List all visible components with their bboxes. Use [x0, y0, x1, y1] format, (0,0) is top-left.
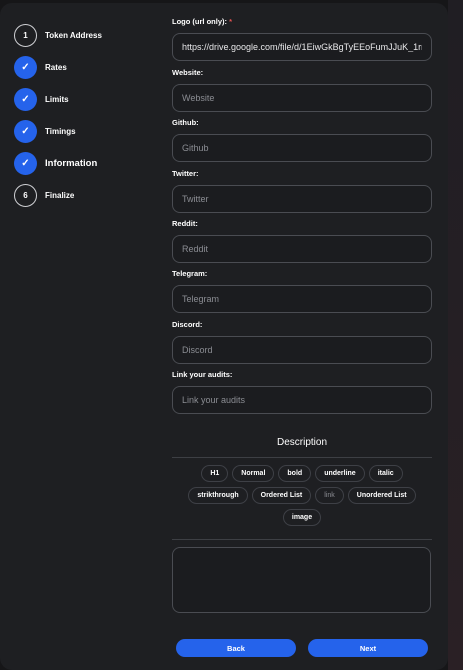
link-button[interactable]: link: [315, 487, 344, 504]
italic-button[interactable]: italic: [368, 465, 403, 482]
back-button[interactable]: Back: [176, 639, 296, 657]
check-icon: ✓: [14, 87, 37, 111]
underline-button[interactable]: underline: [315, 465, 365, 482]
website-input[interactable]: [172, 84, 432, 112]
website-label: Website:: [172, 68, 204, 77]
check-icon: ✓: [14, 151, 37, 175]
logo-label: Logo (url only): *: [172, 17, 232, 26]
divider: [172, 457, 432, 458]
github-label: Github:: [172, 118, 199, 127]
step-limits[interactable]: ✓ Limits: [14, 83, 102, 115]
step-timings[interactable]: ✓ Timings: [14, 115, 102, 147]
image-button[interactable]: image: [282, 509, 322, 526]
normal-button[interactable]: Normal: [232, 465, 275, 482]
description-editor[interactable]: [172, 547, 431, 613]
stepper: 1 Token Address ✓ Rates ✓ Limits ✓ Timin…: [14, 19, 102, 211]
reddit-label: Reddit:: [172, 219, 198, 228]
h1-button[interactable]: H1: [201, 465, 229, 482]
github-input[interactable]: [172, 134, 432, 162]
step-label: Finalize: [45, 190, 75, 200]
step-rates[interactable]: ✓ Rates: [14, 51, 102, 83]
next-button[interactable]: Next: [308, 639, 428, 657]
step-token-address[interactable]: 1 Token Address: [14, 19, 102, 51]
step-number: 1: [14, 23, 37, 47]
logo-url-input[interactable]: [172, 33, 432, 61]
audits-label: Link your audits:: [172, 370, 233, 379]
step-label: Information: [45, 157, 98, 169]
unordered-list-button[interactable]: Unordered List: [347, 487, 416, 504]
step-finalize[interactable]: 6 Finalize: [14, 179, 102, 211]
divider: [172, 539, 432, 540]
telegram-label: Telegram:: [172, 269, 208, 278]
required-mark: *: [227, 17, 233, 26]
ordered-list-button[interactable]: Ordered List: [251, 487, 312, 504]
check-icon: ✓: [14, 55, 37, 79]
reddit-input[interactable]: [172, 235, 432, 263]
bold-button[interactable]: bold: [278, 465, 312, 482]
audits-input[interactable]: [172, 386, 432, 414]
toolbar-row: H1 Normal bold underline italic: [172, 465, 432, 482]
step-information[interactable]: ✓ Information: [14, 147, 102, 179]
toolbar-row: image: [172, 509, 432, 526]
twitter-label: Twitter:: [172, 169, 199, 178]
logo-label-text: Logo (url only):: [172, 17, 227, 26]
discord-input[interactable]: [172, 336, 432, 364]
rich-text-toolbar: H1 Normal bold underline italic strikthr…: [172, 465, 432, 531]
strikethrough-button[interactable]: strikthrough: [188, 487, 248, 504]
step-label: Rates: [45, 62, 67, 72]
step-label: Token Address: [45, 30, 102, 40]
discord-label: Discord:: [172, 320, 203, 329]
step-number: 6: [14, 183, 37, 207]
twitter-input[interactable]: [172, 185, 432, 213]
step-label: Limits: [45, 94, 69, 104]
toolbar-row: strikthrough Ordered List link Unordered…: [172, 487, 432, 504]
description-title: Description: [276, 437, 328, 448]
step-label: Timings: [45, 126, 76, 136]
window-edge: [448, 0, 463, 670]
check-icon: ✓: [14, 119, 37, 143]
telegram-input[interactable]: [172, 285, 432, 313]
